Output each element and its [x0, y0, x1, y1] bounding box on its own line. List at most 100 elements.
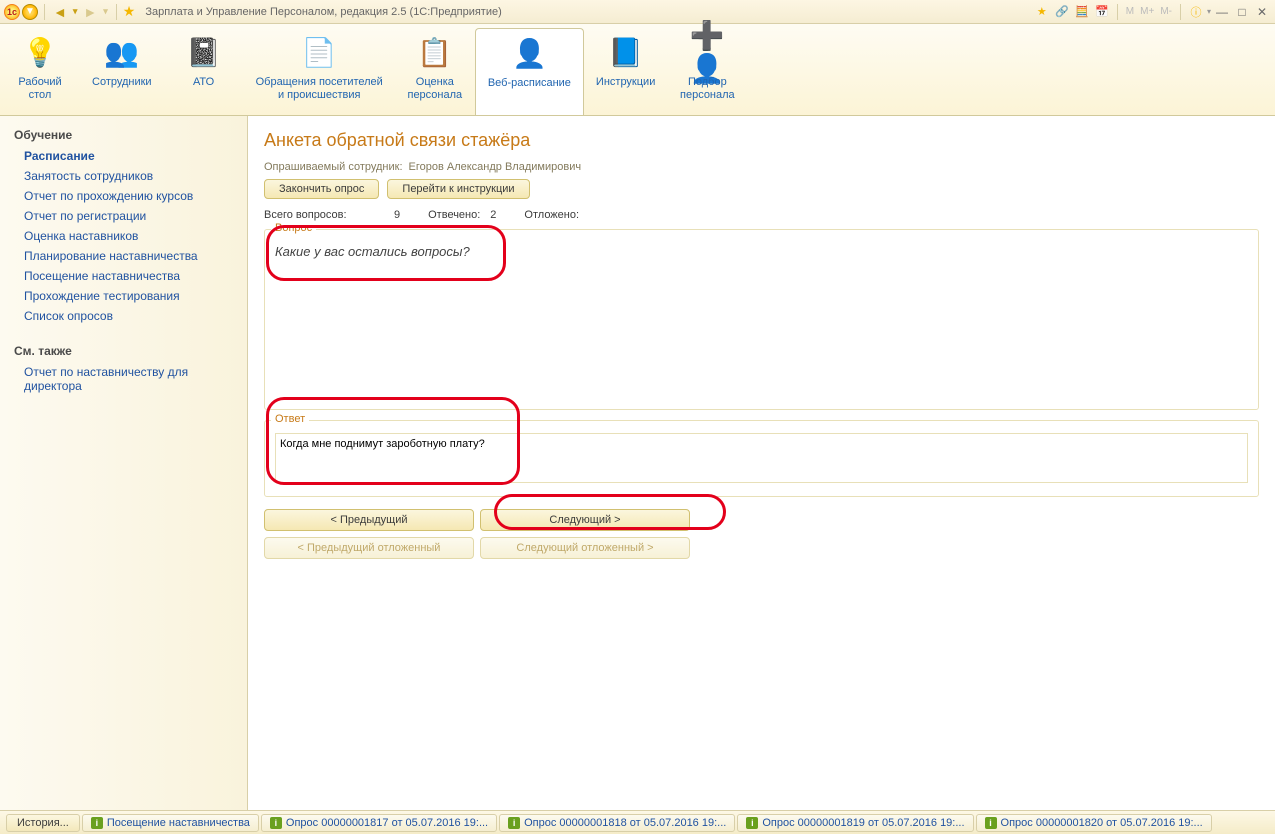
taskbar-tab-label: Посещение наставничества — [107, 817, 250, 829]
nav-forward-dropdown-icon[interactable]: ▾ — [101, 6, 110, 17]
taskbar-tab[interactable]: i Посещение наставничества — [82, 814, 259, 832]
prev-deferred-button[interactable]: < Предыдущий отложенный — [264, 537, 474, 559]
main-toolbar: 💡 Рабочий стол 👥Сотрудники 📓 АТО 📄Обращения п… — [0, 24, 1275, 116]
maximize-button[interactable]: □ — [1233, 5, 1251, 19]
instructions-button[interactable]: Перейти к инструкции — [387, 179, 529, 199]
action-buttons: Закончить опрос Перейти к инструкции — [264, 179, 1259, 199]
history-button[interactable]: История... — [6, 814, 80, 832]
separator — [116, 4, 117, 20]
question-fieldset: Вопрос Какие у вас остались вопросы? — [264, 229, 1259, 410]
taskbar-tab[interactable]: iОпрос 00000001818 от 05.07.2016 19:... — [499, 814, 735, 832]
sidebar-group-title: См. также — [0, 340, 247, 362]
sidebar: ОбучениеРасписаниеЗанятость сотрудниковО… — [0, 116, 248, 810]
toolbar-item-6[interactable]: 📘 Инструкции — [584, 28, 667, 115]
stats-row: Всего вопросов: 9 Отвечено: 2 Отложено: — [264, 209, 1259, 221]
info-icon: i — [91, 817, 103, 829]
calculator-icon[interactable]: 🧮 — [1073, 4, 1091, 20]
toolbar-label: Рабочий стол — [18, 76, 61, 102]
m-button[interactable]: M — [1124, 6, 1136, 17]
sidebar-item[interactable]: Планирование наставничества — [0, 246, 247, 266]
calendar-icon[interactable]: 📅 — [1093, 4, 1111, 20]
answer-fieldset: Ответ Когда мне поднимут зароботную плат… — [264, 420, 1259, 497]
favorites-list-icon[interactable]: ★ — [1033, 4, 1051, 20]
toolbar-label: Подбор персонала — [680, 76, 735, 102]
toolbar-icon: 📓 — [184, 32, 224, 72]
sidebar-item[interactable]: Отчет по прохождению курсов — [0, 186, 247, 206]
help-icon[interactable]: ⓘ — [1187, 4, 1205, 20]
stat-total-value: 9 — [394, 209, 400, 221]
taskbar-tab-label: Опрос 00000001817 от 05.07.2016 19:... — [286, 817, 488, 829]
toolbar-label: Инструкции — [596, 76, 655, 89]
toolbar-label: АТО — [193, 76, 214, 89]
sidebar-item[interactable]: Оценка наставников — [0, 226, 247, 246]
toolbar-icon: 💡 — [20, 32, 60, 72]
close-button[interactable]: ✕ — [1253, 5, 1271, 19]
toolbar-item-1[interactable]: 👥Сотрудники — [80, 28, 164, 115]
toolbar-label: Сотрудники — [92, 76, 152, 89]
titlebar: 1c ▼ ◄ ▾ ► ▾ ★ Зарплата и Управление Пер… — [0, 0, 1275, 24]
info-icon: i — [985, 817, 997, 829]
toolbar-icon: 📘 — [606, 32, 646, 72]
employee-value: Егоров Александр Владимирович — [409, 161, 582, 173]
stat-answered-value: 2 — [490, 209, 496, 221]
question-text: Какие у вас остались вопросы? — [275, 242, 1248, 399]
sidebar-item[interactable]: Прохождение тестирования — [0, 286, 247, 306]
sidebar-item[interactable]: Посещение наставничества — [0, 266, 247, 286]
employee-label: Опрашиваемый сотрудник: — [264, 161, 403, 173]
toolbar-item-4[interactable]: 📋Оценка персонала — [395, 28, 475, 115]
separator — [1117, 4, 1118, 20]
taskbar: История... iПосещение наставничестваiОпр… — [0, 810, 1275, 834]
window-title: Зарплата и Управление Персоналом, редакц… — [145, 6, 1030, 18]
toolbar-icon: 👤 — [509, 33, 549, 73]
toolbar-label: Веб-расписание — [488, 77, 571, 90]
separator — [44, 4, 45, 20]
m-plus-button[interactable]: M+ — [1138, 6, 1156, 17]
answer-input[interactable]: Когда мне поднимут зароботную плату? — [275, 433, 1248, 483]
help-dropdown-icon[interactable]: ▾ — [1207, 7, 1211, 16]
content-area: Анкета обратной связи стажёра Опрашиваем… — [248, 116, 1275, 810]
nav-back-icon[interactable]: ◄ — [51, 4, 69, 20]
toolbar-icon: 📄 — [299, 32, 339, 72]
info-icon: i — [746, 817, 758, 829]
main-area: ОбучениеРасписаниеЗанятость сотрудниковО… — [0, 116, 1275, 810]
navigation-buttons: < Предыдущий Следующий > < Предыдущий от… — [264, 509, 1259, 559]
favorite-icon[interactable]: ★ — [123, 3, 136, 20]
titlebar-right: ★ 🔗 🧮 📅 M M+ M- ⓘ ▾ — □ ✕ — [1033, 4, 1271, 20]
toolbar-icon: ➕👤 — [687, 32, 727, 72]
toolbar-label: Оценка персонала — [407, 76, 462, 102]
info-icon: i — [508, 817, 520, 829]
sidebar-item[interactable]: Отчет по наставничеству для директора — [0, 362, 247, 396]
taskbar-tab[interactable]: i Опрос 00000001817 от 05.07.2016 19:... — [261, 814, 497, 832]
minimize-button[interactable]: — — [1213, 5, 1231, 19]
finish-survey-button[interactable]: Закончить опрос — [264, 179, 379, 199]
toolbar-item-3[interactable]: 📄Обращения посетителей и происшествия — [244, 28, 395, 115]
links-icon[interactable]: 🔗 — [1053, 4, 1071, 20]
sidebar-item[interactable]: Занятость сотрудников — [0, 166, 247, 186]
taskbar-tab[interactable]: i Опрос 00000001819 от 05.07.2016 19:... — [737, 814, 973, 832]
prev-button[interactable]: < Предыдущий — [264, 509, 474, 531]
next-button[interactable]: Следующий > — [480, 509, 690, 531]
toolbar-item-2[interactable]: 📓 АТО — [164, 28, 244, 115]
sidebar-item[interactable]: Отчет по регистрации — [0, 206, 247, 226]
taskbar-tab-label: Опрос 00000001819 от 05.07.2016 19:... — [762, 817, 964, 829]
stat-deferred-label: Отложено: — [524, 209, 579, 221]
taskbar-tab[interactable]: i Опрос 00000001820 от 05.07.2016 19:... — [976, 814, 1212, 832]
info-icon: i — [270, 817, 282, 829]
main-menu-icon[interactable]: ▼ — [22, 4, 38, 20]
toolbar-item-7[interactable]: ➕👤 Подбор персонала — [667, 28, 747, 115]
toolbar-item-0[interactable]: 💡 Рабочий стол — [0, 28, 80, 115]
stat-answered-label: Отвечено: — [428, 209, 480, 221]
nav-back-dropdown-icon[interactable]: ▾ — [71, 6, 80, 17]
nav-forward-icon[interactable]: ► — [81, 4, 99, 20]
separator — [1180, 4, 1181, 20]
stat-total-label: Всего вопросов: — [264, 209, 384, 221]
answer-legend: Ответ — [271, 413, 309, 425]
m-minus-button[interactable]: M- — [1158, 6, 1174, 17]
app-1c-icon: 1c — [4, 4, 20, 20]
taskbar-tab-label: Опрос 00000001820 от 05.07.2016 19:... — [1001, 817, 1203, 829]
page-title: Анкета обратной связи стажёра — [264, 130, 1259, 151]
sidebar-item[interactable]: Список опросов — [0, 306, 247, 326]
next-deferred-button[interactable]: Следующий отложенный > — [480, 537, 690, 559]
toolbar-item-5[interactable]: 👤 Веб-расписание — [475, 28, 584, 115]
sidebar-item[interactable]: Расписание — [0, 146, 247, 166]
